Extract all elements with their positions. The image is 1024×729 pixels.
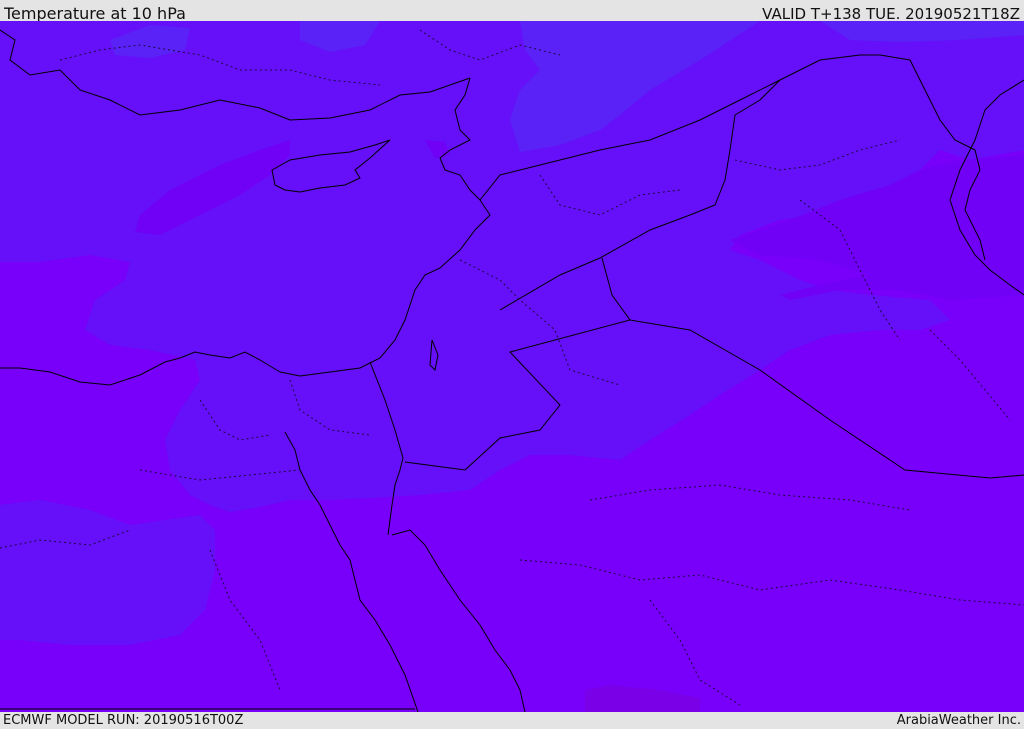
temperature-band-mid-southwest <box>0 500 215 645</box>
map-header: Temperature at 10 hPa VALID T+138 TUE. 2… <box>0 0 1024 23</box>
model-run-label: ECMWF MODEL RUN: 20190516T00Z <box>3 713 244 728</box>
map-footer: ECMWF MODEL RUN: 20190516T00Z ArabiaWeat… <box>0 712 1024 729</box>
map-canvas <box>0 21 1024 712</box>
credit-label: ArabiaWeather Inc. <box>896 713 1021 728</box>
temperature-map[interactable] <box>0 21 1024 712</box>
